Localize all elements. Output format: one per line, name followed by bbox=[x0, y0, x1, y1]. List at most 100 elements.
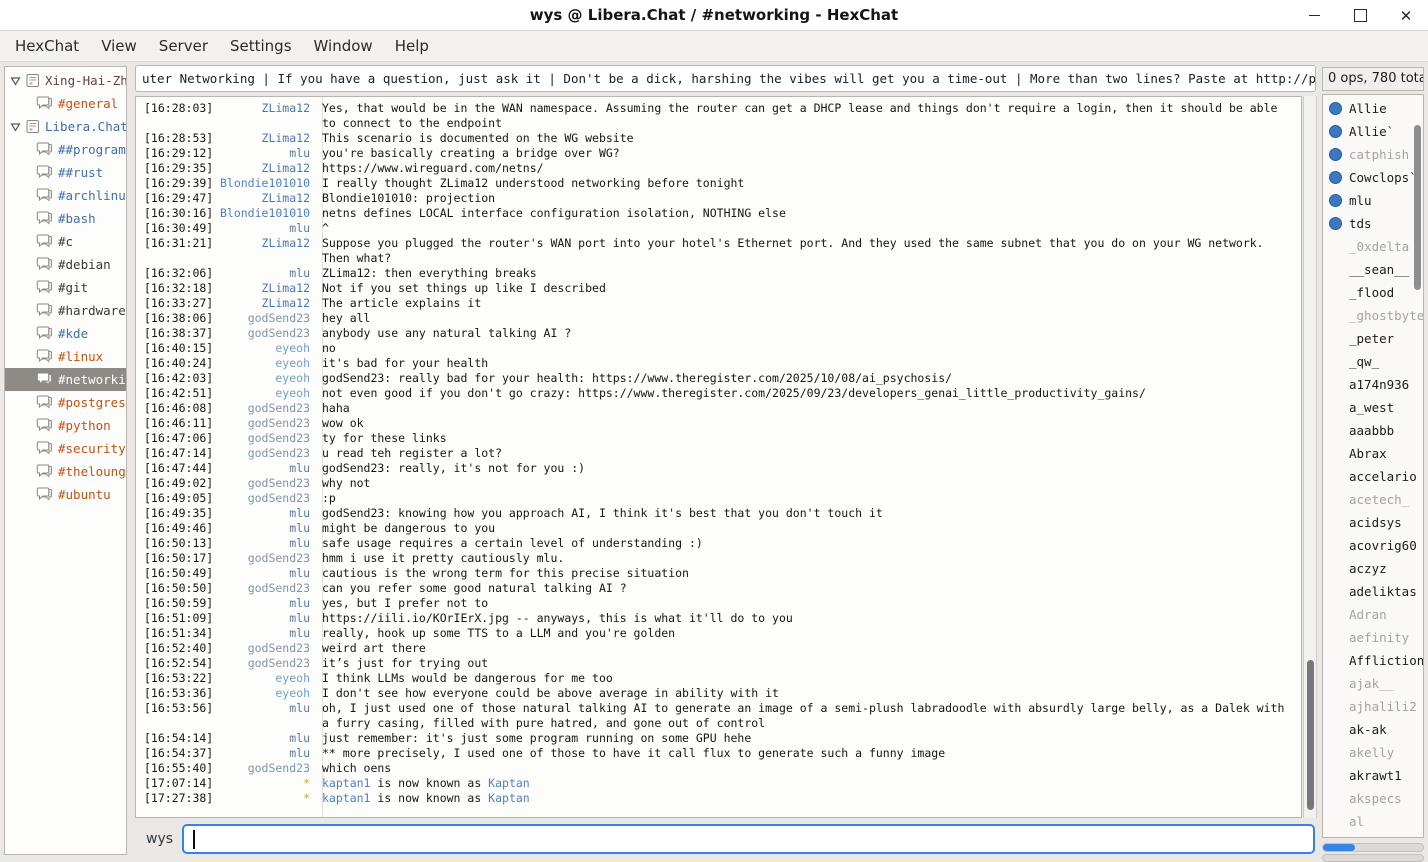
user-list-item[interactable]: accelario bbox=[1323, 465, 1423, 488]
nick[interactable]: mlu bbox=[214, 746, 310, 761]
nick[interactable]: ZLima12 bbox=[214, 131, 310, 146]
user-list-item[interactable]: al bbox=[1323, 810, 1423, 833]
tree-channel-general[interactable]: #general bbox=[5, 92, 126, 115]
user-list-item[interactable]: adeliktas bbox=[1323, 580, 1423, 603]
user-list-item[interactable]: _flood bbox=[1323, 281, 1423, 304]
user-list-item[interactable]: a_west bbox=[1323, 396, 1423, 419]
user-list-item[interactable]: _qw_ bbox=[1323, 350, 1423, 373]
nick[interactable]: Blondie101010 bbox=[214, 206, 310, 221]
user-list-item[interactable]: acetech_ bbox=[1323, 488, 1423, 511]
nick[interactable]: mlu bbox=[214, 731, 310, 746]
tree-channel-hardware[interactable]: #hardware bbox=[5, 299, 126, 322]
user-list-item[interactable]: Affliction bbox=[1323, 649, 1423, 672]
user-list-item[interactable]: _peter bbox=[1323, 327, 1423, 350]
tree-server-Xing-Hai-Zhan[interactable]: Xing-Hai-Zhan bbox=[5, 69, 126, 92]
user-list-item[interactable]: catphish bbox=[1323, 143, 1423, 166]
message-input[interactable] bbox=[182, 824, 1315, 854]
tree-channel-programming[interactable]: ##programming bbox=[5, 138, 126, 161]
nick[interactable]: ZLima12 bbox=[214, 296, 310, 311]
userlist-scrollbar-thumb[interactable] bbox=[1414, 125, 1421, 290]
tree-channel-git[interactable]: #git bbox=[5, 276, 126, 299]
nick[interactable]: ZLima12 bbox=[214, 236, 310, 251]
nick[interactable]: ZLima12 bbox=[214, 191, 310, 206]
nick[interactable]: * bbox=[214, 791, 310, 806]
user-list-item[interactable]: Allie` bbox=[1323, 120, 1423, 143]
nick[interactable]: godSend23 bbox=[214, 491, 310, 506]
nick[interactable]: * bbox=[214, 776, 310, 791]
chat-scrollbar[interactable] bbox=[1303, 96, 1317, 818]
nick[interactable]: eyeoh bbox=[214, 356, 310, 371]
user-list-item[interactable]: mlu bbox=[1323, 189, 1423, 212]
user-list-item[interactable]: aefinity bbox=[1323, 626, 1423, 649]
nick[interactable]: eyeoh bbox=[214, 671, 310, 686]
nick[interactable]: mlu bbox=[214, 701, 310, 716]
expander-icon[interactable] bbox=[10, 76, 21, 86]
nick[interactable]: godSend23 bbox=[214, 761, 310, 776]
nick[interactable]: godSend23 bbox=[214, 431, 310, 446]
nick[interactable]: mlu bbox=[214, 221, 310, 236]
user-list-item[interactable]: _0xdelta bbox=[1323, 235, 1423, 258]
tree-channel-c[interactable]: #c bbox=[5, 230, 126, 253]
tree-channel-postgresql[interactable]: #postgresql bbox=[5, 391, 126, 414]
minimize-icon[interactable] bbox=[1306, 8, 1322, 24]
close-icon[interactable]: ✕ bbox=[1398, 8, 1414, 24]
user-list-item[interactable]: Adran bbox=[1323, 603, 1423, 626]
tree-channel-security[interactable]: #security bbox=[5, 437, 126, 460]
nick[interactable]: ZLima12 bbox=[214, 101, 310, 116]
tree-channel-networking[interactable]: #networking bbox=[5, 368, 126, 391]
nick[interactable]: mlu bbox=[214, 506, 310, 521]
user-list-item[interactable]: akrawt1 bbox=[1323, 764, 1423, 787]
nick[interactable]: mlu bbox=[214, 536, 310, 551]
tree-channel-debian[interactable]: #debian bbox=[5, 253, 126, 276]
user-list-item[interactable]: _ghostbyte bbox=[1323, 304, 1423, 327]
nick[interactable]: mlu bbox=[214, 596, 310, 611]
tree-channel-bash[interactable]: #bash bbox=[5, 207, 126, 230]
tree-channel-archlinux[interactable]: #archlinux bbox=[5, 184, 126, 207]
user-list-item[interactable]: Allie bbox=[1323, 97, 1423, 120]
tree-channel-thelounge[interactable]: #thelounge bbox=[5, 460, 126, 483]
nick[interactable]: mlu bbox=[214, 611, 310, 626]
menu-view[interactable]: View bbox=[90, 32, 148, 60]
chat-scrollbar-thumb[interactable] bbox=[1307, 660, 1314, 810]
user-list-item[interactable]: Cowclops` bbox=[1323, 166, 1423, 189]
tree-server-Libera.Chat[interactable]: Libera.Chat bbox=[5, 115, 126, 138]
nick[interactable]: godSend23 bbox=[214, 476, 310, 491]
nick[interactable]: eyeoh bbox=[214, 386, 310, 401]
maximize-icon[interactable] bbox=[1352, 8, 1368, 24]
user-list-item[interactable]: aaabbb bbox=[1323, 419, 1423, 442]
nick[interactable]: godSend23 bbox=[214, 326, 310, 341]
menu-help[interactable]: Help bbox=[384, 32, 440, 60]
expander-icon[interactable] bbox=[10, 122, 21, 132]
nick[interactable]: Blondie101010 bbox=[214, 176, 310, 191]
nick[interactable]: eyeoh bbox=[214, 341, 310, 356]
user-list-item[interactable]: aldur bbox=[1323, 833, 1423, 838]
nick[interactable]: mlu bbox=[214, 461, 310, 476]
tree-channel-kde[interactable]: #kde bbox=[5, 322, 126, 345]
menu-window[interactable]: Window bbox=[303, 32, 384, 60]
nick[interactable]: mlu bbox=[214, 521, 310, 536]
user-list-item[interactable]: acidsys bbox=[1323, 511, 1423, 534]
nick[interactable]: mlu bbox=[214, 266, 310, 281]
tree-channel-ubuntu[interactable]: #ubuntu bbox=[5, 483, 126, 506]
nick[interactable]: godSend23 bbox=[214, 581, 310, 596]
menu-hexchat[interactable]: HexChat bbox=[4, 32, 90, 60]
nick[interactable]: eyeoh bbox=[214, 686, 310, 701]
user-list-item[interactable]: ajak__ bbox=[1323, 672, 1423, 695]
tree-channel-python[interactable]: #python bbox=[5, 414, 126, 437]
nick[interactable]: ZLima12 bbox=[214, 161, 310, 176]
nick[interactable]: mlu bbox=[214, 566, 310, 581]
nick[interactable]: godSend23 bbox=[214, 401, 310, 416]
user-list-item[interactable]: ajhalili2 bbox=[1323, 695, 1423, 718]
user-list-item[interactable]: a174n936 bbox=[1323, 373, 1423, 396]
nick[interactable]: godSend23 bbox=[214, 311, 310, 326]
user-list-item[interactable]: tds bbox=[1323, 212, 1423, 235]
user-list-item[interactable]: akelly bbox=[1323, 741, 1423, 764]
user-list-item[interactable]: acovrig60 bbox=[1323, 534, 1423, 557]
topic-bar[interactable]: uter Networking | If you have a question… bbox=[135, 65, 1316, 92]
nick[interactable]: godSend23 bbox=[214, 641, 310, 656]
user-list-item[interactable]: Abrax bbox=[1323, 442, 1423, 465]
nick[interactable]: mlu bbox=[214, 146, 310, 161]
nick[interactable]: ZLima12 bbox=[214, 281, 310, 296]
tree-channel-linux[interactable]: #linux bbox=[5, 345, 126, 368]
nick[interactable]: godSend23 bbox=[214, 551, 310, 566]
